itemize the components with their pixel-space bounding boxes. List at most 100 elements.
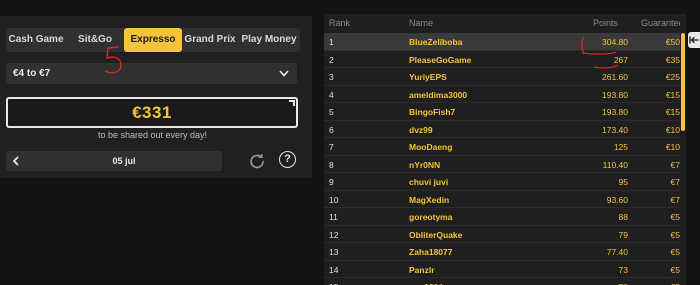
- row-rank: 14: [329, 264, 339, 275]
- table-row: 1 BlueZeliboba 304.80 €50: [324, 33, 686, 51]
- row-guarantee: €5: [670, 212, 680, 222]
- row-points: 125: [613, 142, 628, 152]
- row-points: 88: [618, 212, 628, 222]
- row-name: PleaseGoGame: [409, 54, 472, 65]
- row-rank: 7: [329, 142, 334, 152]
- row-rank: 12: [329, 229, 339, 240]
- annotation-five: 5: [101, 43, 122, 74]
- row-guarantee: €25: [665, 72, 680, 82]
- collapse-button[interactable]: [688, 32, 700, 48]
- table-row: 6 dvz99 173.40 €10: [324, 121, 686, 138]
- header-rank: Rank: [329, 18, 351, 28]
- row-name: BlueZeliboba: [409, 37, 463, 47]
- game-type-tabs: Cash Game Sit&Go Expresso Grand Prix Pla…: [6, 28, 300, 52]
- row-points: 193.80: [602, 89, 628, 100]
- expresso-panel: Cash Game Sit&Go Expresso Grand Prix Pla…: [0, 16, 312, 178]
- row-rank: 3: [329, 72, 334, 82]
- row-rank: 6: [329, 124, 334, 135]
- row-points: 79: [618, 229, 628, 240]
- row-rank: 8: [329, 159, 334, 170]
- tab-grand-prix[interactable]: Grand Prix: [182, 28, 238, 52]
- leaderboard-rows: 1 BlueZeliboba 304.80 €50 2 PleaseGoGame…: [324, 33, 686, 285]
- chevron-down-icon: [279, 70, 289, 77]
- prize-subtitle: to be shared out every day!: [97, 130, 208, 140]
- prize-pool-box: €331: [6, 97, 298, 128]
- table-row: 12 ObliterQuake 79 €5: [324, 226, 686, 243]
- scrollbar-thumb[interactable]: [681, 33, 685, 131]
- row-guarantee: €5: [670, 247, 680, 257]
- header-name: Name: [409, 18, 434, 28]
- row-points: 304.80: [602, 37, 628, 47]
- row-guarantee: €15: [665, 107, 680, 117]
- row-name: chuvi juvi: [409, 177, 449, 187]
- row-points: 93.60: [606, 194, 628, 205]
- table-row: 5 BingoFish7 193.80 €15: [324, 103, 686, 121]
- row-points: 261.60: [602, 72, 628, 82]
- row-name: goreotyma: [409, 212, 453, 222]
- row-guarantee: €5: [670, 229, 680, 240]
- row-name: ObliterQuake: [409, 229, 463, 240]
- table-header: Rank Name Points Guarantee: [324, 14, 686, 32]
- row-points: 110.40: [602, 159, 628, 170]
- row-rank: 4: [329, 89, 334, 100]
- chevron-left-icon: [12, 156, 19, 166]
- table-row: 14 Panzlr 73 €5: [324, 261, 686, 278]
- row-guarantee: €10: [665, 142, 680, 152]
- row-rank: 11: [329, 212, 338, 222]
- row-rank: 13: [329, 247, 339, 257]
- collapse-icon: [689, 36, 699, 44]
- row-guarantee: €7: [670, 194, 680, 205]
- buyin-range-value: €4 to €7: [13, 68, 51, 79]
- row-points: 73: [618, 264, 628, 275]
- help-icon[interactable]: ?: [279, 151, 296, 168]
- table-row: 2 PleaseGoGame 267 €35: [324, 51, 686, 68]
- row-rank: 5: [329, 107, 334, 117]
- table-row: 10 MagXedin 93.60 €7: [324, 191, 686, 208]
- previous-date-button[interactable]: [6, 151, 26, 171]
- table-row: 3 YuriyEPS 261.60 €25: [324, 68, 686, 86]
- row-name: YuriyEPS: [409, 72, 447, 82]
- table-row: 9 chuvi juvi 95 €7: [324, 173, 686, 191]
- row-guarantee: €7: [670, 159, 680, 170]
- row-points: 193.80: [602, 107, 628, 117]
- tab-expresso[interactable]: Expresso: [124, 28, 182, 52]
- table-row: 8 nYr0NN 110.40 €7: [324, 156, 686, 173]
- table-row: 4 ameldima3000 193.80 €15: [324, 86, 686, 103]
- header-points: Points: [593, 18, 619, 28]
- row-name: Panzlr: [409, 264, 435, 275]
- tab-play-money[interactable]: Play Money: [238, 28, 300, 52]
- row-name: MooDaeng: [409, 142, 453, 152]
- row-rank: 10: [329, 194, 339, 205]
- tab-cash-game[interactable]: Cash Game: [6, 28, 66, 52]
- row-guarantee: €5: [670, 264, 680, 275]
- row-rank: 9: [329, 177, 334, 187]
- row-rank: 2: [329, 54, 334, 65]
- header-guarantee: Guarantee: [641, 18, 684, 28]
- row-name: dvz99: [409, 124, 433, 135]
- annotation-five-text: 5: [101, 43, 102, 44]
- table-row: 11 goreotyma 88 €5: [324, 208, 686, 226]
- date-selector: 05 jul: [6, 151, 222, 171]
- buyin-range-select[interactable]: €4 to €7: [6, 63, 297, 84]
- row-points: 267: [613, 54, 628, 65]
- date-label: 05 jul: [112, 156, 136, 166]
- row-rank: 1: [329, 37, 334, 47]
- refresh-icon[interactable]: [248, 152, 266, 170]
- row-name: BingoFish7: [409, 107, 456, 117]
- row-guarantee: €50: [665, 37, 680, 47]
- row-guarantee: €10: [665, 124, 680, 135]
- row-points: 77.40: [606, 247, 628, 257]
- row-points: 95: [618, 177, 628, 187]
- table-row: 7 MooDaeng 125 €10: [324, 138, 686, 156]
- prize-pool-value: €331: [132, 103, 172, 122]
- prize-box-corner: [289, 100, 295, 106]
- row-name: nYr0NN: [409, 159, 441, 170]
- table-row: 13 Zaha18077 77.40 €5: [324, 243, 686, 261]
- row-name: Zaha18077: [409, 247, 453, 257]
- row-guarantee: €15: [665, 89, 680, 100]
- leaderboard-table: Rank Name Points Guarantee 1 BlueZelibob…: [324, 14, 686, 285]
- row-points: 173.40: [602, 124, 628, 135]
- row-guarantee: €7: [670, 177, 680, 187]
- table-row: 15 mm1214 70 €5: [324, 278, 686, 285]
- row-name: MagXedin: [409, 194, 450, 205]
